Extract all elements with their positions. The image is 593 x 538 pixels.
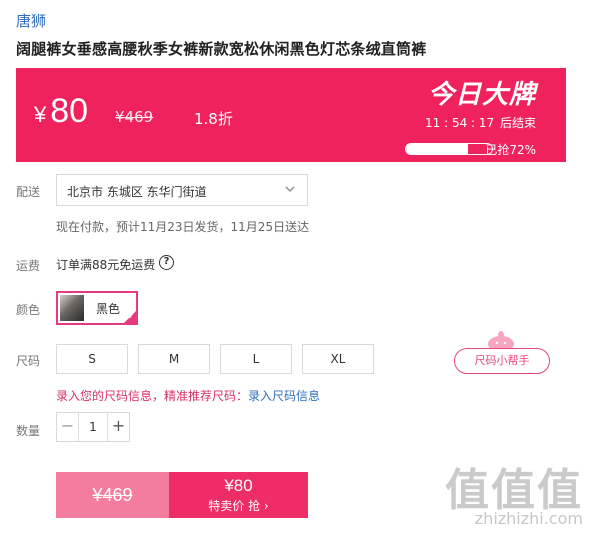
quantity-label: 数量 <box>16 424 41 438</box>
size-entry-link[interactable]: 录入尺码信息 <box>248 389 320 403</box>
store-name[interactable]: 唐狮 <box>16 10 46 31</box>
freight-text: 订单满88元免运费 <box>56 258 156 272</box>
size-option-m[interactable]: M <box>138 344 210 374</box>
sold-progress-bar <box>405 143 493 155</box>
size-option-xl[interactable]: XL <box>302 344 374 374</box>
currency-symbol: ¥ <box>34 102 47 127</box>
address-value: 北京市 东城区 东华门街道 <box>67 185 207 199</box>
color-thumbnail-image <box>60 295 84 321</box>
buy-price: ¥80 <box>224 476 253 495</box>
delivery-label: 配送 <box>16 185 41 199</box>
color-option-black[interactable]: 黑色 ✓ <box>56 291 138 325</box>
countdown-timer: 11 : 54 : 17 后结束 <box>423 114 536 131</box>
countdown-value: 11 : 54 : 17 <box>425 116 495 130</box>
deal-banner: ¥80 ¥469 1.8折 今日大牌 11 : 54 : 17 后结束 已抢72… <box>16 68 566 162</box>
sold-progress-fill <box>406 144 468 154</box>
watermark-url: zhizhizhi.com <box>474 509 583 528</box>
buy-label: 特卖价 抢 › <box>208 499 269 513</box>
size-tip-text: 录入您的尺码信息，精准推荐尺码： <box>56 389 249 403</box>
buy-now-button[interactable]: ¥80 特卖价 抢 › <box>169 472 308 518</box>
quantity-input[interactable]: 1 <box>79 413 107 441</box>
freight-label: 运费 <box>16 259 41 273</box>
countdown-suffix: 后结束 <box>499 116 536 130</box>
deal-price: ¥80 <box>34 92 88 131</box>
size-option-l[interactable]: L <box>220 344 292 374</box>
quantity-stepper: − 1 + <box>56 412 130 442</box>
size-option-s[interactable]: S <box>56 344 128 374</box>
quantity-decrease-button[interactable]: − <box>57 413 79 441</box>
deal-badge-title: 今日大牌 <box>427 80 536 110</box>
shipping-estimate: 现在付款，预计11月23日发货，11月25日送达 <box>56 220 310 234</box>
size-helper-button[interactable]: 尺码小帮手 <box>454 348 550 374</box>
product-title: 阔腿裤女垂感高腰秋季女裤新款宽松休闲黑色灯芯条绒直筒裤 <box>16 40 427 58</box>
check-icon: ✓ <box>127 312 135 322</box>
color-option-label: 黑色 <box>96 302 121 316</box>
chevron-down-icon <box>285 186 295 192</box>
size-tip: 录入您的尺码信息，精准推荐尺码：录入尺码信息 <box>56 387 320 404</box>
size-label: 尺码 <box>16 354 41 368</box>
address-select[interactable]: 北京市 东城区 东华门街道 <box>56 174 308 206</box>
quantity-increase-button[interactable]: + <box>107 413 129 441</box>
sold-percent-label: 已抢72% <box>485 143 536 157</box>
original-price: ¥469 <box>115 108 154 126</box>
original-price-button[interactable]: ¥469 <box>56 472 169 518</box>
discount-label: 1.8折 <box>194 110 233 128</box>
color-label: 颜色 <box>16 303 41 317</box>
deal-price-value: 80 <box>50 92 89 130</box>
help-icon[interactable]: ? <box>159 255 174 270</box>
